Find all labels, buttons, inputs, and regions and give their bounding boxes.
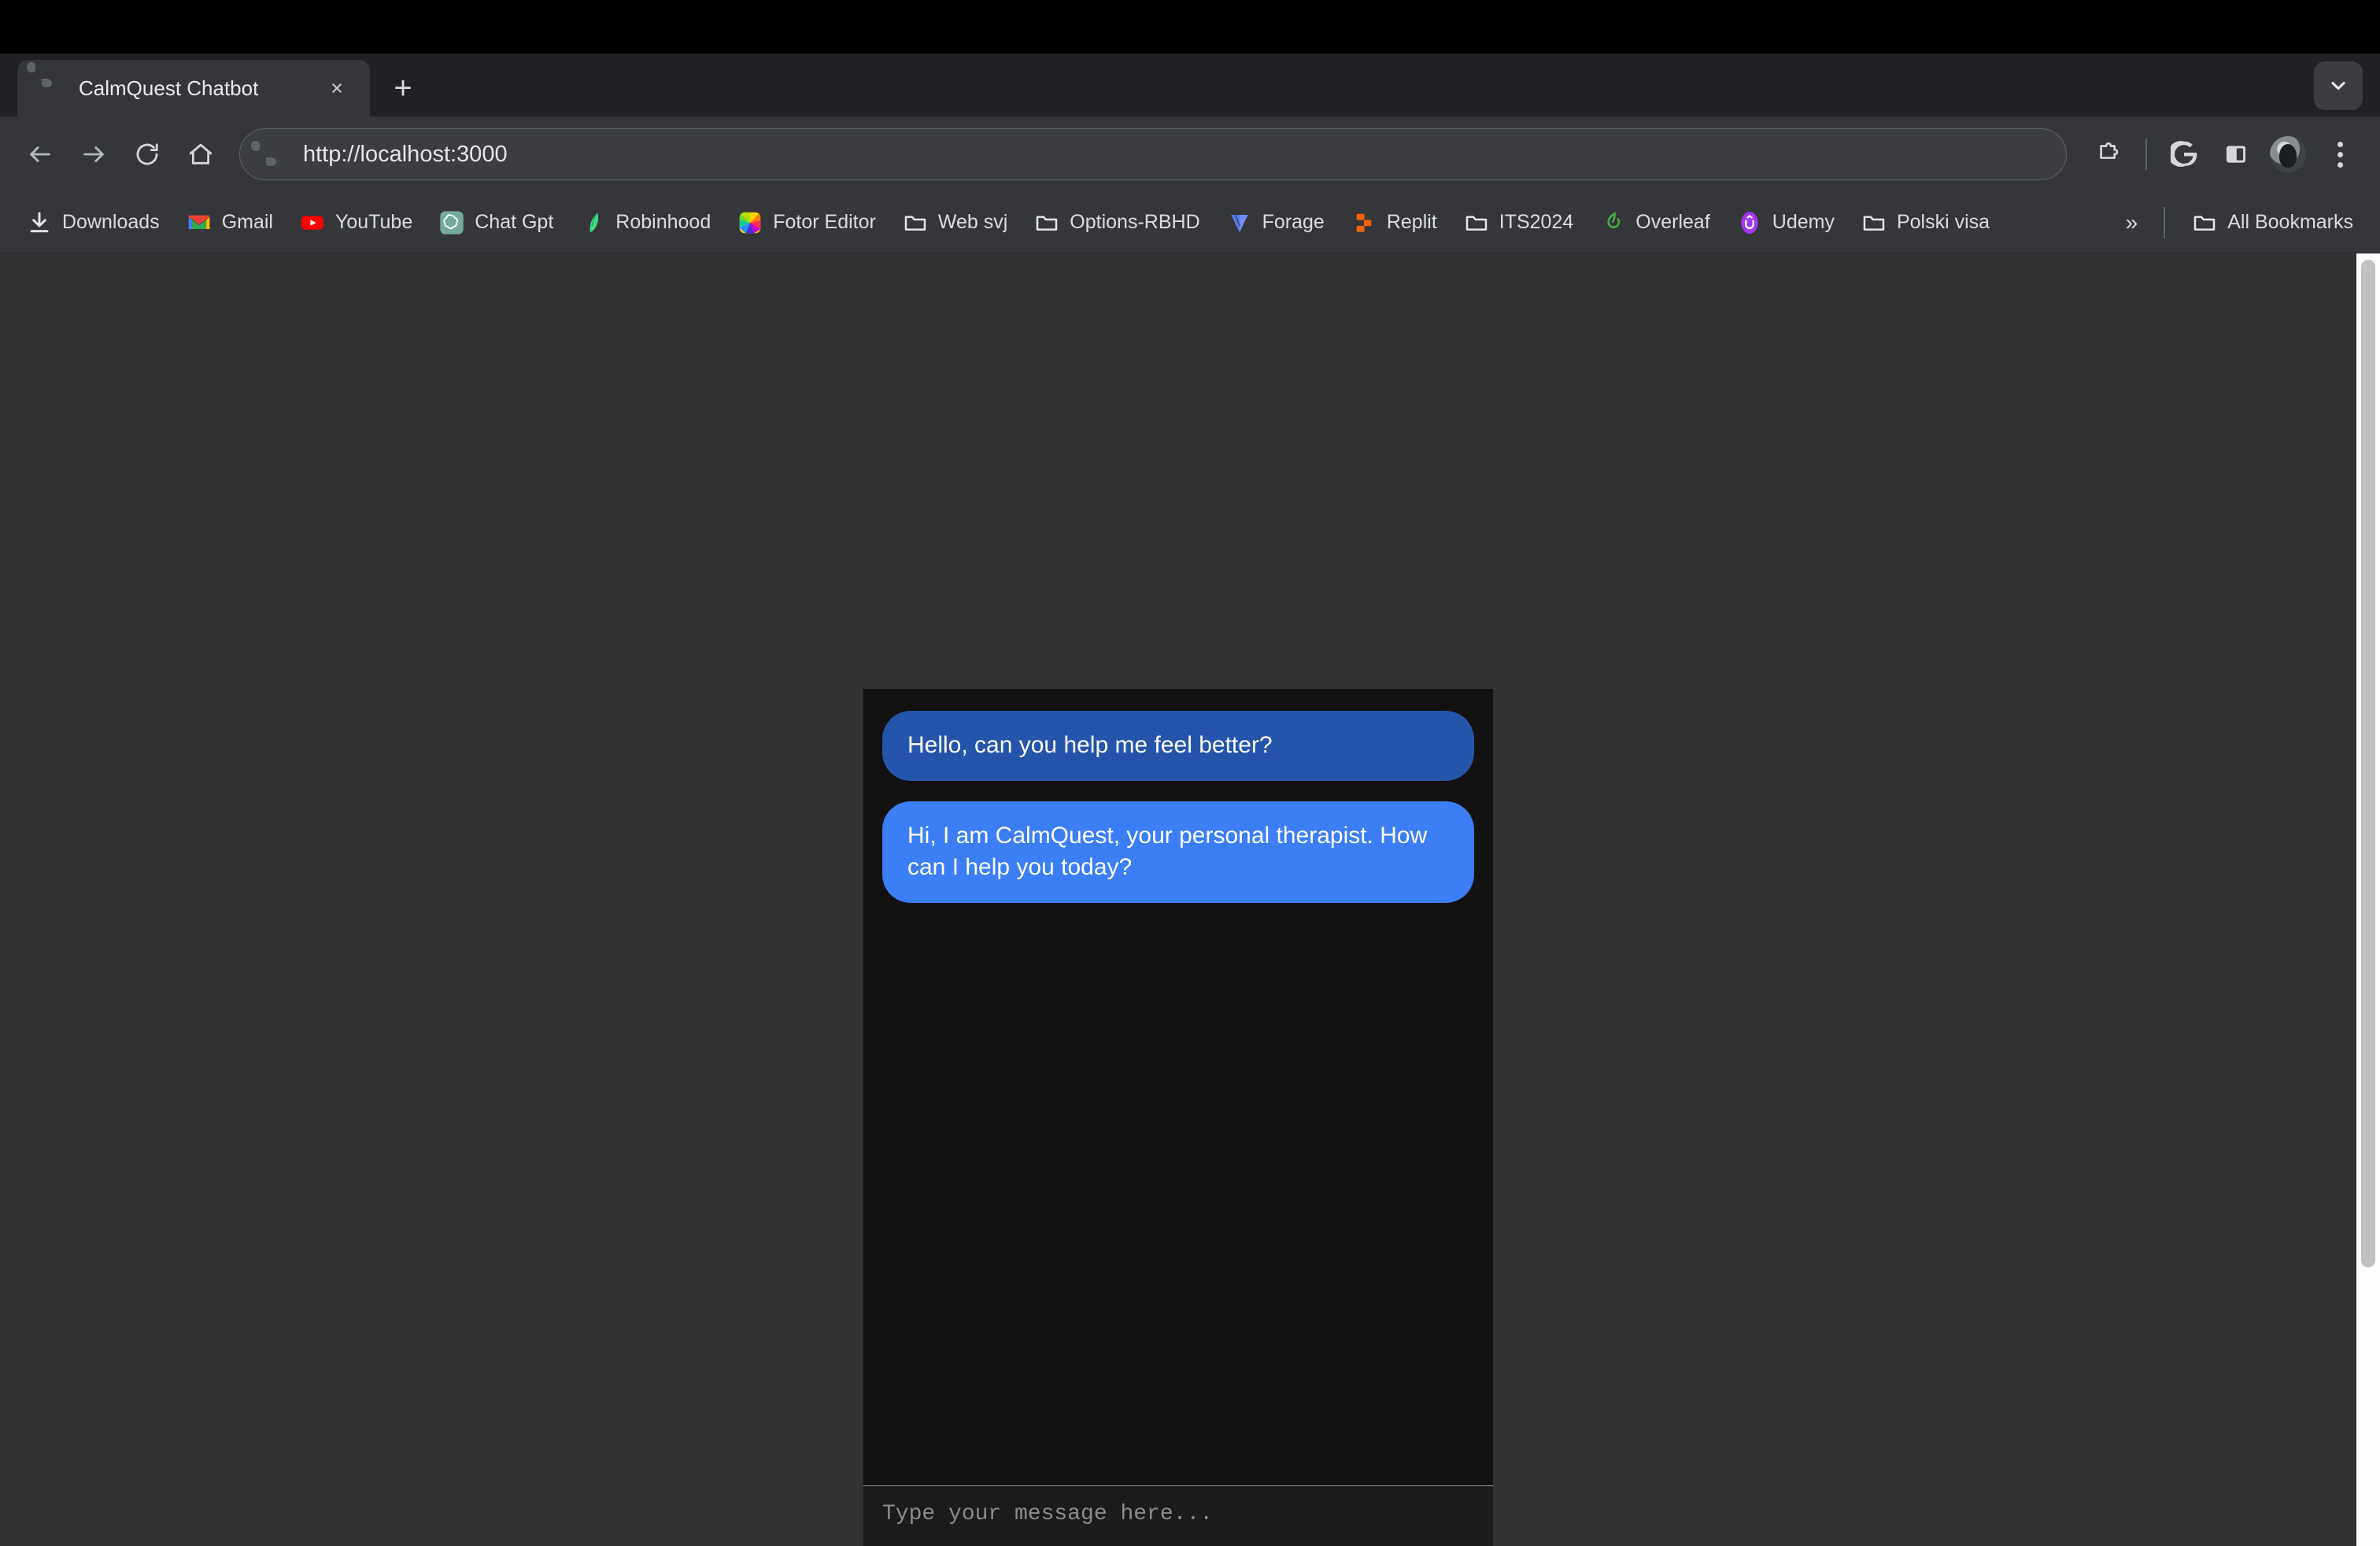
fotor-icon bbox=[737, 210, 763, 235]
overleaf-icon bbox=[1600, 210, 1625, 235]
bookmark-polski-visa[interactable]: Polski visa bbox=[1849, 202, 2002, 243]
profile-avatar[interactable] bbox=[2264, 130, 2312, 179]
folder-icon bbox=[1861, 210, 1887, 235]
toolbar-divider bbox=[2145, 139, 2147, 170]
os-title-bar bbox=[0, 0, 2380, 54]
bookmark-label: Forage bbox=[1262, 211, 1325, 234]
bookmark-label: Robinhood bbox=[615, 211, 711, 234]
bookmark-label: Gmail bbox=[222, 211, 273, 234]
youtube-icon bbox=[300, 210, 325, 235]
tab-title: CalmQuest Chatbot bbox=[79, 76, 305, 101]
bookmark-label: Fotor Editor bbox=[773, 211, 876, 234]
page-viewport: Hello, can you help me feel better? Hi, … bbox=[0, 253, 2380, 1546]
side-panel-icon[interactable] bbox=[2212, 130, 2260, 179]
bookmarks-overflow-icon[interactable]: » bbox=[2112, 202, 2150, 243]
toolbar-icon-group bbox=[2084, 130, 2364, 179]
bookmarks-bar: Downloads Gmail YouTube Chat Gpt Robinho bbox=[0, 192, 2380, 253]
extensions-icon[interactable] bbox=[2084, 130, 2133, 179]
bookmark-youtube[interactable]: YouTube bbox=[287, 202, 425, 243]
bookmark-fotor-editor[interactable]: Fotor Editor bbox=[725, 202, 889, 243]
bookmark-udemy[interactable]: Udemy bbox=[1724, 202, 1847, 243]
bookmark-replit[interactable]: Replit bbox=[1339, 202, 1450, 243]
folder-icon bbox=[1034, 210, 1059, 235]
robinhood-icon bbox=[580, 210, 605, 235]
bookmark-label: Downloads bbox=[62, 211, 160, 234]
bookmark-its2024[interactable]: ITS2024 bbox=[1451, 202, 1587, 243]
bookmark-label: ITS2024 bbox=[1499, 211, 1574, 234]
google-icon[interactable] bbox=[2160, 130, 2208, 179]
bookmark-robinhood[interactable]: Robinhood bbox=[567, 202, 723, 243]
home-icon[interactable] bbox=[176, 130, 225, 179]
bookmark-label: YouTube bbox=[335, 211, 412, 234]
bookmark-gmail[interactable]: Gmail bbox=[174, 202, 286, 243]
address-bar[interactable]: http://localhost:3000 bbox=[239, 128, 2067, 180]
all-bookmarks-label: All Bookmarks bbox=[2227, 211, 2353, 234]
url-text: http://localhost:3000 bbox=[303, 142, 508, 168]
bookmark-options-rbhd[interactable]: Options-RBHD bbox=[1022, 202, 1212, 243]
bookmark-label: Web svj bbox=[938, 211, 1007, 234]
bookmark-web-svj[interactable]: Web svj bbox=[890, 202, 1020, 243]
chat-application: Hello, can you help me feel better? Hi, … bbox=[863, 689, 1493, 1243]
message-bubble-user: Hello, can you help me feel better? bbox=[882, 711, 1474, 781]
message-input[interactable] bbox=[863, 1486, 1493, 1546]
message-list: Hello, can you help me feel better? Hi, … bbox=[863, 689, 1493, 1485]
download-icon bbox=[27, 210, 52, 235]
bookmark-label: Udemy bbox=[1772, 211, 1835, 234]
globe-icon bbox=[38, 76, 63, 101]
scrollbar-thumb[interactable] bbox=[2361, 260, 2375, 1267]
bookmark-label: Replit bbox=[1387, 211, 1437, 234]
bookmark-overleaf[interactable]: Overleaf bbox=[1587, 202, 1722, 243]
bookmark-label: Overleaf bbox=[1635, 211, 1709, 234]
chatgpt-icon bbox=[439, 210, 464, 235]
browser-toolbar: http://localhost:3000 bbox=[0, 117, 2380, 192]
bookmark-label: Options-RBHD bbox=[1070, 211, 1199, 234]
forage-icon bbox=[1227, 210, 1252, 235]
bookmark-chatgpt[interactable]: Chat Gpt bbox=[427, 202, 566, 243]
browser-tab[interactable]: CalmQuest Chatbot × bbox=[17, 60, 370, 117]
folder-icon bbox=[903, 210, 928, 235]
reload-icon[interactable] bbox=[123, 130, 172, 179]
bookmark-label: Polski visa bbox=[1897, 211, 1990, 234]
bookmark-label: Chat Gpt bbox=[475, 211, 553, 234]
folder-icon bbox=[1464, 210, 1489, 235]
forward-arrow-icon[interactable] bbox=[69, 130, 118, 179]
tab-strip: CalmQuest Chatbot × + bbox=[0, 54, 2380, 117]
bookmark-downloads[interactable]: Downloads bbox=[14, 202, 172, 243]
chevron-down-icon[interactable] bbox=[2314, 61, 2363, 110]
all-bookmarks-button[interactable]: All Bookmarks bbox=[2179, 202, 2366, 243]
bookmarks-divider bbox=[2164, 207, 2165, 239]
browser-window: CalmQuest Chatbot × + http://localhost:3… bbox=[0, 54, 2380, 1546]
replit-icon bbox=[1351, 210, 1377, 235]
new-tab-button[interactable]: + bbox=[381, 66, 425, 110]
folder-icon bbox=[2192, 210, 2217, 235]
message-composer bbox=[863, 1485, 1493, 1546]
back-arrow-icon[interactable] bbox=[16, 130, 65, 179]
close-icon[interactable]: × bbox=[321, 72, 353, 104]
page-scrollbar[interactable] bbox=[2356, 253, 2380, 1546]
bookmark-forage[interactable]: Forage bbox=[1214, 202, 1337, 243]
udemy-icon bbox=[1737, 210, 1762, 235]
gmail-icon bbox=[187, 210, 212, 235]
message-bubble-bot: Hi, I am CalmQuest, your personal therap… bbox=[882, 801, 1474, 903]
more-menu-icon[interactable] bbox=[2315, 130, 2364, 179]
